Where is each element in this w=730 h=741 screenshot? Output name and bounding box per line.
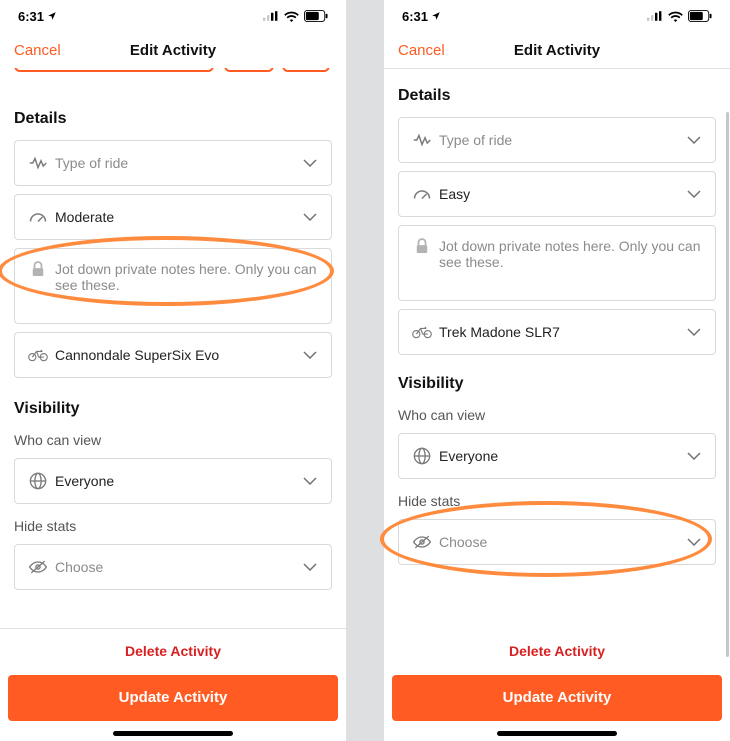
activity-wave-icon [411, 133, 433, 147]
home-indicator[interactable] [497, 731, 617, 736]
who-can-view-label: Who can view [0, 426, 346, 454]
activity-wave-icon [27, 156, 49, 170]
gear-value: Trek Madone SLR7 [439, 324, 685, 340]
chevron-down-icon [685, 136, 703, 144]
gear-select[interactable]: Cannondale SuperSix Evo [14, 332, 332, 378]
update-activity-button[interactable]: Update Activity [8, 675, 338, 721]
ride-type-value: Type of ride [439, 132, 685, 148]
location-icon [431, 11, 441, 21]
hide-stats-label: Hide stats [384, 483, 730, 515]
visibility-value: Everyone [55, 473, 301, 489]
globe-icon [411, 447, 433, 465]
wifi-icon [668, 11, 683, 22]
chevron-down-icon [301, 477, 319, 485]
chevron-down-icon [685, 190, 703, 198]
status-bar: 6:31 [0, 0, 346, 32]
visibility-select[interactable]: Everyone [398, 433, 716, 479]
gauge-icon [27, 210, 49, 224]
chevron-down-icon [301, 563, 319, 571]
visibility-heading: Visibility [384, 359, 730, 401]
battery-icon [688, 10, 712, 22]
hide-stats-select[interactable]: Choose [14, 544, 332, 590]
notes-placeholder: Jot down private notes here. Only you ca… [439, 238, 703, 270]
scrollbar[interactable] [726, 112, 729, 657]
effort-select[interactable]: Moderate [14, 194, 332, 240]
chevron-down-icon [685, 538, 703, 546]
who-can-view-label: Who can view [384, 401, 730, 429]
nav-bar: Cancel Edit Activity [384, 32, 730, 68]
status-time: 6:31 [402, 9, 428, 24]
status-time: 6:31 [18, 9, 44, 24]
eye-off-icon [411, 534, 433, 550]
globe-icon [27, 472, 49, 490]
details-heading: Details [384, 77, 730, 113]
notes-placeholder: Jot down private notes here. Only you ca… [55, 261, 319, 293]
visibility-heading: Visibility [0, 382, 346, 426]
hide-stats-label: Hide stats [0, 508, 346, 540]
chip[interactable] [14, 68, 214, 72]
gauge-icon [411, 187, 433, 201]
cell-signal-icon [647, 11, 663, 21]
visibility-value: Everyone [439, 448, 685, 464]
lock-icon [411, 238, 433, 254]
screenshot-right: 6:31 Cancel Edit Activity Details Type o… [384, 0, 730, 741]
location-icon [47, 11, 57, 21]
delete-activity-button[interactable]: Delete Activity [384, 629, 730, 669]
lock-icon [27, 261, 49, 277]
chevron-down-icon [301, 213, 319, 221]
effort-value: Easy [439, 186, 685, 202]
chevron-down-icon [685, 452, 703, 460]
eye-off-icon [27, 559, 49, 575]
gear-select[interactable]: Trek Madone SLR7 [398, 309, 716, 355]
screenshot-left: 6:31 Cancel Edit Activity Details [0, 0, 346, 741]
ride-type-select[interactable]: Type of ride [14, 140, 332, 186]
hide-stats-value: Choose [55, 559, 301, 575]
chevron-down-icon [301, 159, 319, 167]
private-notes-input[interactable]: Jot down private notes here. Only you ca… [398, 225, 716, 301]
hide-stats-value: Choose [439, 534, 685, 550]
cancel-button[interactable]: Cancel [398, 42, 445, 59]
ride-type-select[interactable]: Type of ride [398, 117, 716, 163]
visibility-select[interactable]: Everyone [14, 458, 332, 504]
private-notes-input[interactable]: Jot down private notes here. Only you ca… [14, 248, 332, 324]
chip[interactable] [282, 68, 330, 72]
effort-select[interactable]: Easy [398, 171, 716, 217]
tag-row-clipped [14, 68, 332, 74]
bike-icon [27, 348, 49, 362]
cell-signal-icon [263, 11, 279, 21]
update-activity-button[interactable]: Update Activity [392, 675, 722, 721]
wifi-icon [284, 11, 299, 22]
gear-value: Cannondale SuperSix Evo [55, 347, 301, 363]
details-heading: Details [0, 100, 346, 136]
effort-value: Moderate [55, 209, 301, 225]
status-bar: 6:31 [384, 0, 730, 32]
chip[interactable] [224, 68, 274, 72]
chevron-down-icon [685, 328, 703, 336]
hide-stats-select[interactable]: Choose [398, 519, 716, 565]
ride-type-value: Type of ride [55, 155, 301, 171]
cancel-button[interactable]: Cancel [14, 42, 61, 59]
nav-bar: Cancel Edit Activity [0, 32, 346, 68]
home-indicator[interactable] [113, 731, 233, 736]
bike-icon [411, 325, 433, 339]
chevron-down-icon [301, 351, 319, 359]
battery-icon [304, 10, 328, 22]
delete-activity-button[interactable]: Delete Activity [0, 629, 346, 669]
